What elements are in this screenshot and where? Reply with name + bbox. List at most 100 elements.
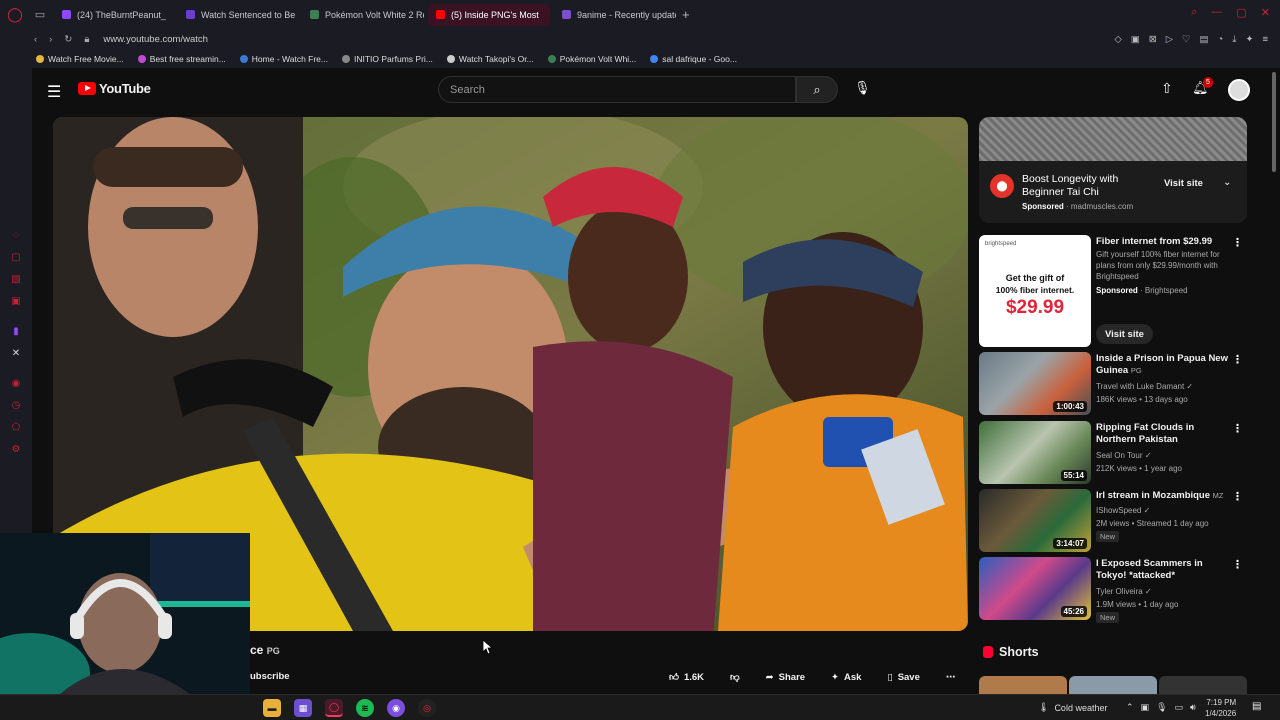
channel-name[interactable]: Seal On Tour: [1096, 451, 1143, 460]
recommendation-item[interactable]: 3:14:07 Irl stream in Mozambique MZ ISho…: [979, 489, 1247, 553]
like-button[interactable]: 👍︎ 1.6K: [660, 666, 713, 688]
browser-tab[interactable]: Pokémon Volt White 2 Re: [302, 4, 424, 26]
tab-favicon-icon: [186, 10, 195, 19]
maximize-icon[interactable]: ▢: [1236, 6, 1246, 19]
page-scrollbar[interactable]: [1272, 72, 1278, 692]
forward-icon[interactable]: ›: [49, 34, 52, 45]
file-explorer-icon[interactable]: ▬: [263, 699, 281, 717]
adblock-icon[interactable]: ⊠: [1149, 34, 1157, 45]
sidebar-shop-icon[interactable]: ▢: [0, 246, 32, 268]
sidebar-x-icon[interactable]: ✕: [0, 342, 32, 364]
sidebar-history-icon[interactable]: ◷: [0, 394, 32, 416]
notification-center-icon[interactable]: ▤: [1252, 701, 1261, 712]
dislike-button[interactable]: 👎︎: [721, 666, 749, 688]
tray-volume-icon[interactable]: 🔊︎: [1190, 702, 1196, 713]
tray-network-icon[interactable]: ▭: [1175, 702, 1184, 713]
tab-label: Watch Sentenced to Be a: [201, 9, 298, 20]
more-options-icon[interactable]: ⋮: [1232, 490, 1243, 503]
more-options-icon[interactable]: ⋮: [1232, 422, 1243, 435]
sidebar-extensions-icon[interactable]: ⬠: [0, 416, 32, 438]
tray-expand-icon[interactable]: ⌃: [1126, 702, 1134, 713]
ask-button[interactable]: ✦ Ask: [822, 666, 870, 688]
tray-app-icon[interactable]: ▣: [1141, 702, 1150, 713]
account-icon[interactable]: ◔: [1218, 34, 1224, 45]
tray-mic-icon[interactable]: 🎙︎: [1156, 702, 1167, 713]
bookmark-item[interactable]: Watch Takopi's Or...: [446, 54, 534, 64]
subscribe-button[interactable]: ubscribe: [250, 671, 290, 682]
download-icon[interactable]: ⤓: [1232, 34, 1236, 45]
bookmark-item[interactable]: Home - Watch Fre...: [239, 54, 328, 64]
hamburger-menu-icon[interactable]: ☰: [47, 82, 61, 102]
microphone-icon[interactable]: 🎙︎: [854, 80, 871, 96]
calendar-app-icon[interactable]: ▦: [294, 699, 312, 717]
new-tab-button[interactable]: +: [682, 7, 690, 22]
snapshot-icon[interactable]: ▣: [1131, 34, 1140, 45]
sidebar-twitch-icon[interactable]: ▮: [0, 320, 32, 342]
close-icon[interactable]: ✕: [1261, 6, 1270, 19]
short-thumbnail[interactable]: [979, 676, 1067, 694]
sidebar-aria-icon[interactable]: ◌: [0, 224, 32, 246]
bookmark-item[interactable]: Best free streamin...: [137, 54, 226, 64]
channel-name[interactable]: Tyler Oliveira: [1096, 587, 1143, 596]
browser-tab-active[interactable]: (5) Inside PNG's Most: [428, 3, 550, 26]
recommendation-item[interactable]: 55:14 Ripping Fat Clouds in Northern Pak…: [979, 421, 1247, 485]
more-options-icon[interactable]: ⋮: [1232, 558, 1243, 571]
scrollbar-thumb[interactable]: [1272, 72, 1276, 172]
obs-icon[interactable]: ◎: [418, 699, 436, 717]
more-actions-button[interactable]: ⋯: [937, 666, 965, 688]
tab-label: (24) TheBurntPeanut_: [77, 9, 166, 20]
recommendation-item[interactable]: 45:26 I Exposed Scammers in Tokyo! *atta…: [979, 557, 1247, 623]
bookmark-item[interactable]: Watch Free Movie...: [36, 54, 124, 64]
chevron-down-icon[interactable]: ⌄: [1223, 177, 1231, 188]
weather-widget[interactable]: 🌡︎ Cold weather: [1038, 702, 1107, 713]
search-tabs-icon[interactable]: ⌕: [1191, 6, 1197, 19]
browser-tab[interactable]: 9anime - Recently update: [554, 4, 676, 26]
workspaces-icon[interactable]: ▭: [30, 0, 50, 29]
recommendation-item[interactable]: 1:00:43 Inside a Prison in Papua New Gui…: [979, 352, 1247, 416]
ad2-description: Gift yourself 100% fiber internet for pl…: [1096, 250, 1220, 281]
short-thumbnail[interactable]: [1069, 676, 1157, 694]
url-field[interactable]: www.youtube.com/watch: [103, 34, 208, 45]
bookmark-item[interactable]: Pokémon Volt Whi...: [547, 54, 636, 64]
extension-icon[interactable]: ◇: [1114, 34, 1121, 45]
channel-name[interactable]: Travel with Luke Damant: [1096, 382, 1184, 391]
spotify-icon[interactable]: ≋: [356, 699, 374, 717]
browser-tab[interactable]: Watch Sentenced to Be a: [178, 4, 298, 26]
minimize-icon[interactable]: —: [1211, 6, 1222, 19]
system-clock[interactable]: 7:19 PM 1/4/2026: [1205, 697, 1236, 719]
ai-icon[interactable]: ✦: [1245, 34, 1253, 45]
search-button[interactable]: ⌕: [796, 76, 838, 103]
upload-icon[interactable]: ⇧: [1161, 80, 1173, 97]
discord-icon[interactable]: ◉: [387, 699, 405, 717]
taskbar: ▬ ▦ ◯ ≋ ◉ ◎ 🌡︎ Cold weather ⌃ ▣ 🎙︎ ▭ 🔊︎ 7…: [0, 694, 1280, 720]
ad-visit-site-button[interactable]: Visit site: [1164, 178, 1203, 189]
browser-tab[interactable]: (24) TheBurntPeanut_: [54, 4, 174, 26]
ad2-visit-site-button[interactable]: Visit site: [1096, 324, 1153, 344]
more-options-icon[interactable]: ⋮: [1232, 353, 1243, 366]
back-icon[interactable]: ‹: [34, 34, 37, 45]
save-button[interactable]: ▯ Save: [878, 666, 928, 688]
wallet-icon[interactable]: ▤: [1200, 34, 1209, 45]
share-button[interactable]: ➦ Share: [757, 666, 814, 688]
webcam-frame: [0, 533, 250, 694]
avatar[interactable]: [1228, 79, 1250, 101]
favorite-icon[interactable]: ♡: [1182, 34, 1191, 45]
sponsored-ad-card[interactable]: ⬤ Boost Longevity with Beginner Tai Chi …: [979, 117, 1247, 223]
lock-icon: 🔒︎: [84, 33, 90, 45]
sidebar-settings-icon[interactable]: ⚙︎: [0, 438, 32, 460]
channel-name[interactable]: IShowSpeed: [1096, 506, 1141, 515]
easy-setup-icon[interactable]: ≡: [1262, 34, 1268, 45]
opera-taskbar-icon[interactable]: ◯: [325, 699, 343, 717]
player-icon[interactable]: ▷: [1166, 34, 1173, 45]
sidebar-messenger-icon[interactable]: ▣: [0, 290, 32, 312]
opera-menu-icon[interactable]: ◯: [0, 0, 30, 29]
sidebar-music-icon[interactable]: ◉: [0, 372, 32, 394]
short-thumbnail[interactable]: [1159, 676, 1247, 694]
bookmark-item[interactable]: INITIO Parfums Pri...: [342, 54, 433, 64]
reload-icon[interactable]: ↻: [64, 34, 72, 45]
search-input[interactable]: Search: [438, 76, 796, 103]
more-options-icon[interactable]: ⋮: [1232, 236, 1243, 249]
sidebar-tools-icon[interactable]: ▧: [0, 268, 32, 290]
bookmark-item[interactable]: sal dafrique - Goo...: [650, 54, 737, 64]
youtube-logo[interactable]: YouTube: [78, 81, 151, 96]
